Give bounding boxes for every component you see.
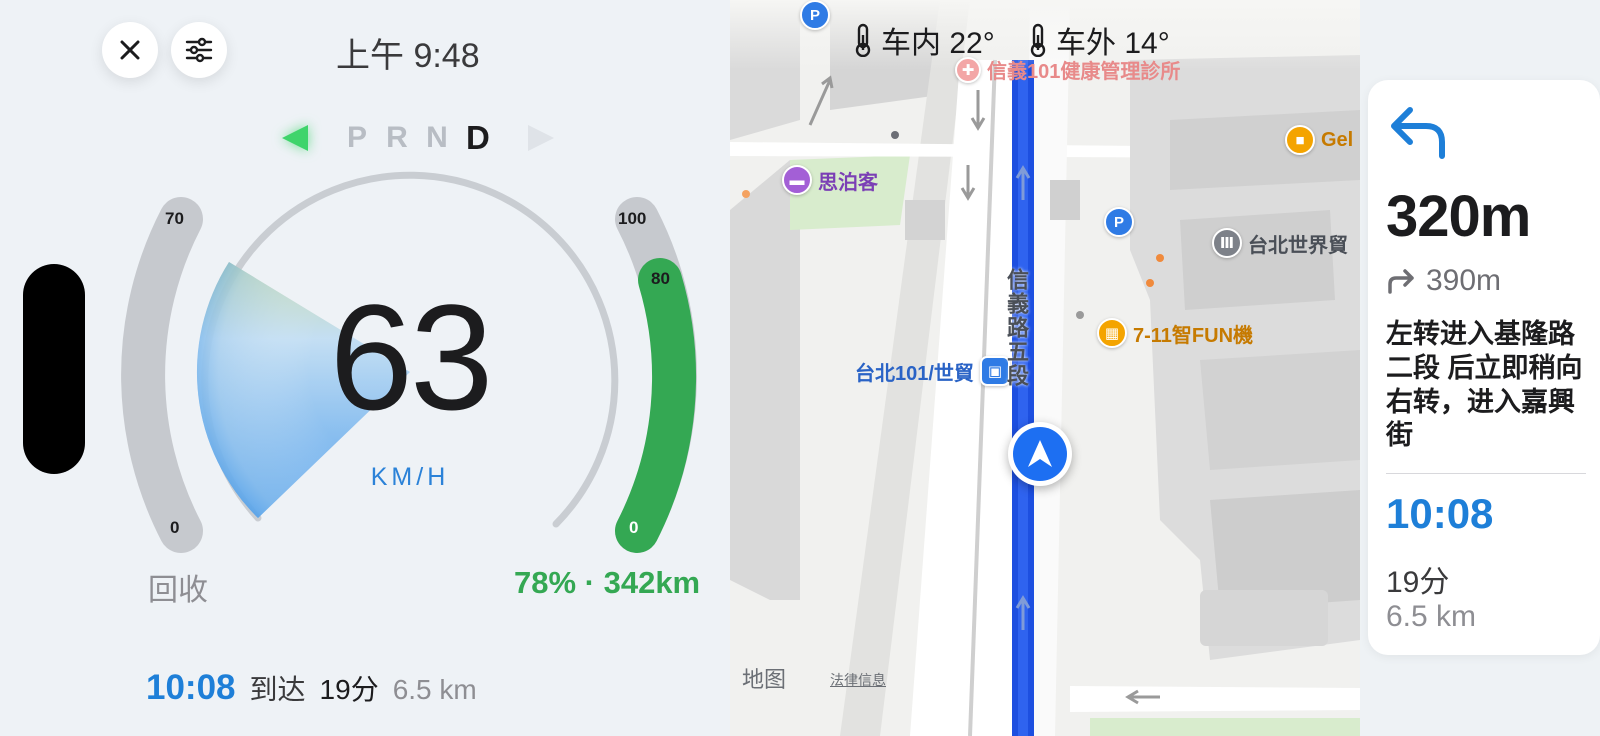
- bed-icon: ▬: [782, 165, 812, 195]
- regen-gauge-track: [121, 197, 203, 553]
- parking-marker-top[interactable]: P: [800, 0, 830, 30]
- parking-icon: P: [800, 0, 830, 30]
- thermometer-icon: [1030, 23, 1046, 57]
- poi-seven[interactable]: ▦ 7-11智FUN機: [1097, 318, 1253, 348]
- instrument-cluster: 上午 9:48 P R N D 70 0 100 80 0 63 KM/H 回收…: [0, 0, 730, 736]
- landmark-icon: Ⅲ: [1212, 228, 1242, 258]
- trip-summary: 10:08 到达 19分 6.5 km: [146, 668, 477, 708]
- speed-unit: KM/H: [370, 463, 450, 491]
- maneuver-instruction: 左转进入基隆路二段 后立即稍向右转，进入嘉興街: [1386, 319, 1583, 451]
- trip-arrive-label: 到达: [249, 674, 306, 705]
- navigation-arrow-icon: [1028, 440, 1052, 467]
- parking-icon: P: [1104, 207, 1134, 237]
- poi-hotel-label: 思泊客: [818, 171, 878, 194]
- battery-mark-label: 80: [651, 269, 670, 288]
- battery-range-label: 78% · 342km: [514, 565, 701, 600]
- battery-min-label: 0: [629, 518, 639, 537]
- battery-max-label: 100: [618, 209, 647, 228]
- trip-distance: 6.5 km: [392, 674, 477, 705]
- store-icon: ▦: [1097, 318, 1127, 348]
- next-maneuver-distance: 390m: [1426, 264, 1502, 297]
- poi-clinic-label: 信義101健康管理診所: [987, 61, 1181, 83]
- navigation-puck[interactable]: [1008, 422, 1072, 486]
- poi-shop[interactable]: ■ Gel: [1285, 125, 1353, 155]
- card-duration: 19分: [1386, 566, 1450, 599]
- shopping-bag-icon: ■: [1285, 125, 1315, 155]
- legal-link[interactable]: 法律信息: [830, 670, 886, 690]
- poi-clinic[interactable]: ✚ 信義101健康管理診所: [955, 55, 1180, 84]
- medical-icon: ✚: [955, 56, 981, 83]
- battery-gauge-fill: [615, 258, 696, 553]
- card-divider: [1386, 473, 1586, 474]
- turn-right-arrow-icon: [1388, 269, 1414, 294]
- poi-metro-label: 台北101/世貿: [855, 362, 974, 385]
- poi-seven-label: 7-11智FUN機: [1133, 324, 1254, 347]
- card-eta: 10:08: [1386, 490, 1494, 537]
- card-distance: 6.5 km: [1386, 600, 1477, 633]
- map-view[interactable]: [730, 0, 1360, 736]
- maneuver-distance: 320m: [1386, 184, 1531, 249]
- trip-eta: 10:08: [146, 668, 236, 707]
- regen-max-label: 70: [165, 209, 184, 228]
- next-maneuver: 390m: [1386, 264, 1501, 298]
- poi-metro[interactable]: 台北101/世貿 ▣: [855, 356, 1010, 386]
- map-graphics: [730, 0, 1360, 736]
- thermometer-icon: [855, 23, 871, 57]
- regen-label: 回收: [148, 574, 208, 607]
- poi-hotel[interactable]: ▬ 思泊客: [782, 165, 878, 195]
- maps-brand: 地图: [742, 667, 787, 692]
- poi-shop-label: Gel: [1321, 128, 1354, 151]
- trip-duration: 19分: [319, 674, 379, 705]
- street-name-label: 信義路五段: [1004, 268, 1029, 388]
- poi-wtc-label: 台北世界貿: [1248, 234, 1348, 257]
- turn-left-arrow-icon: [1391, 107, 1445, 159]
- regen-min-label: 0: [170, 518, 180, 537]
- poi-wtc[interactable]: Ⅲ 台北世界貿: [1212, 228, 1348, 258]
- parking-marker[interactable]: P: [1104, 207, 1134, 237]
- speed-value: 63: [329, 273, 494, 441]
